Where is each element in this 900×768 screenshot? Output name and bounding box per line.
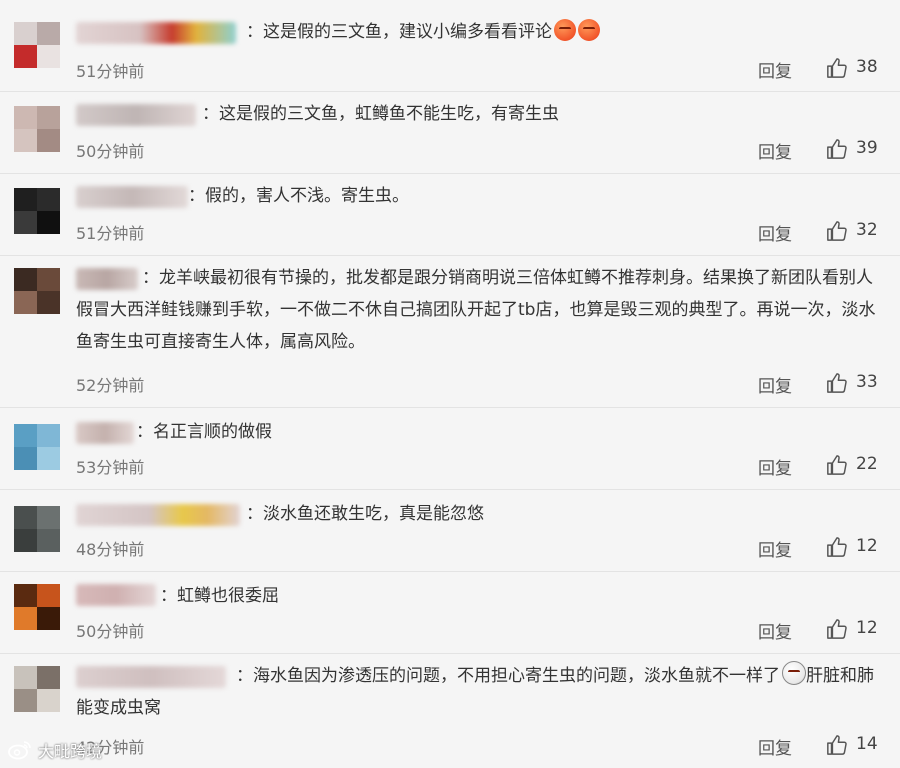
avatar[interactable]	[14, 268, 60, 314]
avatar[interactable]	[14, 424, 60, 470]
thumbs-up-icon[interactable]	[826, 57, 848, 79]
reply-button[interactable]: 回复	[758, 618, 792, 643]
like-count: 32	[856, 220, 878, 240]
avatar[interactable]	[14, 584, 60, 630]
username-blurred[interactable]	[76, 186, 188, 208]
like-count: 22	[856, 454, 878, 474]
comment-item: ：虹鳟也很委屈 50分钟前 回复 12	[0, 572, 900, 654]
reply-button[interactable]: 回复	[758, 536, 792, 561]
comment-item: ：这是假的三文鱼，虹鳟鱼不能生吃，有寄生虫 50分钟前 回复 39	[0, 92, 900, 174]
thumbs-up-icon[interactable]	[826, 372, 848, 394]
avatar[interactable]	[14, 506, 60, 552]
thumbs-up-icon[interactable]	[826, 618, 848, 640]
reply-button[interactable]: 回复	[758, 220, 792, 245]
reply-button[interactable]: 回复	[758, 57, 792, 82]
comment-item: ：龙羊峡最初很有节操的，批发都是跟分销商明说三倍体虹鳟不推荐刺身。结果换了新团队…	[0, 256, 900, 408]
like-count: 12	[856, 536, 878, 556]
comment-body: ：假的，害人不浅。寄生虫。	[188, 186, 409, 206]
angry-emoji-icon	[554, 19, 576, 41]
comment-time: 51分钟前	[76, 224, 145, 243]
comment-body: ：虹鳟也很委屈	[160, 586, 279, 606]
comment-body: ：海水鱼因为渗透压的问题，不用担心寄生虫的问题，淡水鱼就不一样了	[236, 666, 780, 686]
thumbs-up-icon[interactable]	[826, 734, 848, 756]
watermark-text: 大毗跨境	[38, 742, 103, 761]
reply-button[interactable]: 回复	[758, 734, 792, 759]
comment-time: 48分钟前	[76, 540, 145, 559]
comment-time: 53分钟前	[76, 458, 145, 477]
comment-body: ：龙羊峡最初很有节操的，批发都是跟分销商明说三倍体虹鳟不推荐刺身。结果换了新团队…	[76, 268, 876, 352]
weibo-logo-icon	[8, 741, 31, 760]
username-blurred[interactable]	[76, 22, 236, 44]
comment-time: 52分钟前	[76, 376, 145, 395]
like-count: 39	[856, 138, 878, 158]
comment-body: ：这是假的三文鱼，虹鳟鱼不能生吃，有寄生虫	[202, 104, 559, 124]
username-blurred[interactable]	[76, 104, 196, 126]
username-blurred[interactable]	[76, 422, 134, 444]
watermark: 大毗跨境	[8, 738, 102, 762]
crying-emoji-icon	[782, 661, 806, 685]
like-count: 14	[856, 734, 878, 754]
comment-text: ：龙羊峡最初很有节操的，批发都是跟分销商明说三倍体虹鳟不推荐刺身。结果换了新团队…	[76, 262, 878, 358]
reply-button[interactable]: 回复	[758, 138, 792, 163]
comment-time: 50分钟前	[76, 142, 145, 161]
comment-item: ：海水鱼因为渗透压的问题，不用担心寄生虫的问题，淡水鱼就不一样了 肝脏和肺能变成虫…	[0, 654, 900, 768]
thumbs-up-icon[interactable]	[826, 138, 848, 160]
like-count: 12	[856, 618, 878, 638]
comment-item: ：淡水鱼还敢生吃，真是能忽悠 48分钟前 回复 12	[0, 490, 900, 572]
angry-emoji-icon	[578, 19, 600, 41]
comment-item: ：这是假的三文鱼，建议小编多看看评论 51分钟前 回复 38	[0, 0, 900, 92]
comment-body: ：名正言顺的做假	[136, 422, 272, 442]
comment-text: ：这是假的三文鱼，建议小编多看看评论	[246, 16, 878, 48]
comment-text: ：假的，害人不浅。寄生虫。	[188, 180, 878, 212]
comment-body: ：这是假的三文鱼，建议小编多看看评论	[246, 22, 552, 42]
avatar[interactable]	[14, 666, 60, 712]
username-blurred[interactable]	[76, 584, 156, 606]
thumbs-up-icon[interactable]	[826, 454, 848, 476]
username-blurred[interactable]	[76, 504, 240, 526]
comment-text: ：海水鱼因为渗透压的问题，不用担心寄生虫的问题，淡水鱼就不一样了 肝脏和肺能变成虫…	[76, 660, 878, 724]
comment-text: ：名正言顺的做假	[136, 416, 878, 448]
avatar[interactable]	[14, 106, 60, 152]
avatar[interactable]	[14, 188, 60, 234]
comment-item: ：假的，害人不浅。寄生虫。 51分钟前 回复 32	[0, 174, 900, 256]
comment-text: ：虹鳟也很委屈	[160, 580, 878, 612]
avatar[interactable]	[14, 22, 60, 68]
comment-time: 51分钟前	[76, 62, 145, 81]
comment-time: 50分钟前	[76, 622, 145, 641]
thumbs-up-icon[interactable]	[826, 536, 848, 558]
reply-button[interactable]: 回复	[758, 372, 792, 397]
comment-text: ：这是假的三文鱼，虹鳟鱼不能生吃，有寄生虫	[202, 98, 878, 130]
like-count: 38	[856, 57, 878, 77]
reply-button[interactable]: 回复	[758, 454, 792, 479]
comment-body: ：淡水鱼还敢生吃，真是能忽悠	[246, 504, 484, 524]
comment-item: ：名正言顺的做假 53分钟前 回复 22	[0, 408, 900, 490]
thumbs-up-icon[interactable]	[826, 220, 848, 242]
comment-text: ：淡水鱼还敢生吃，真是能忽悠	[246, 498, 878, 530]
like-count: 33	[856, 372, 878, 392]
